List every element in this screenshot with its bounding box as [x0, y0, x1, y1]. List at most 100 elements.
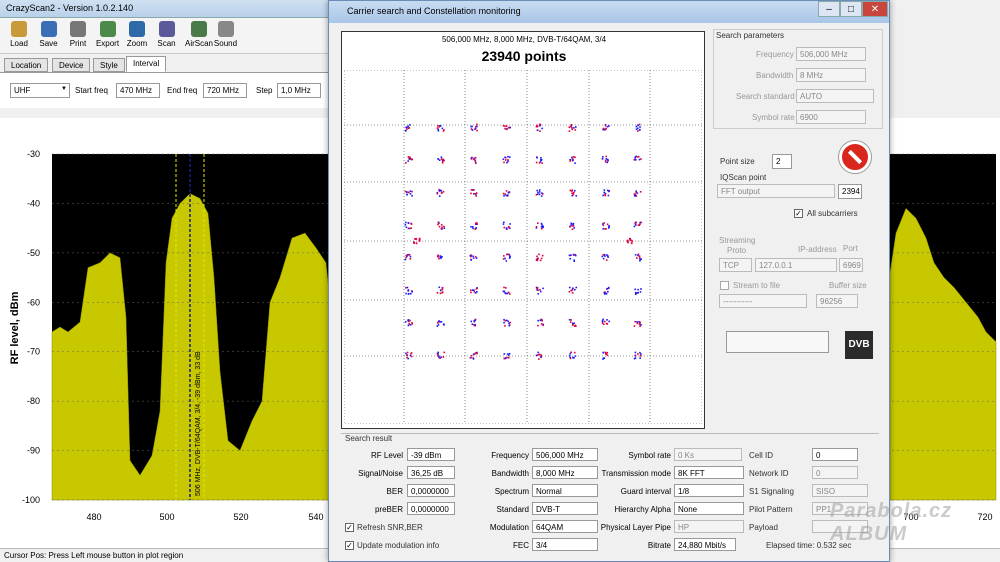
- settings-tabs: Location Device Style Interval: [0, 56, 330, 72]
- bandwidth-input[interactable]: 8 MHz: [796, 68, 866, 82]
- export-icon: [99, 21, 116, 37]
- x-tick-label: 500: [159, 512, 174, 522]
- y-tick-label: -50: [27, 248, 40, 258]
- scan-button[interactable]: Scan: [152, 20, 182, 52]
- iqscan-select[interactable]: FFT output: [717, 184, 835, 198]
- x-tick-label: 540: [308, 512, 323, 522]
- transmission-mode-select[interactable]: 8K FFT: [674, 466, 744, 479]
- toolbar-label: Zoom: [126, 39, 148, 48]
- step-label: Step: [256, 86, 273, 95]
- standard-select[interactable]: DVB-T: [532, 502, 598, 515]
- main-window-title: CrazyScan2 - Version 1.0.2.140: [0, 0, 330, 18]
- toolbar-label: Scan: [157, 39, 176, 48]
- dvb-logo: DVB: [845, 331, 873, 359]
- minimize-button[interactable]: –: [818, 1, 840, 17]
- main-toolbar: Load Save Print Export Zoom Scan AirScan Sound: [0, 18, 330, 54]
- tab-device[interactable]: Device: [52, 58, 91, 72]
- search-result-group: Search result RF Level -39 dBm Signal/No…: [341, 433, 879, 557]
- y-tick-label: -60: [27, 297, 40, 307]
- symbol-rate-label: Symbol rate: [752, 113, 795, 122]
- zoom-icon: [129, 21, 145, 37]
- toolbar-label: Save: [39, 39, 58, 48]
- refresh-snr-checkbox[interactable]: ✓: [345, 523, 354, 532]
- frequency-label: Frequency: [756, 50, 794, 59]
- y-tick-label: -90: [27, 446, 40, 456]
- fec-label: FEC: [513, 541, 529, 550]
- frequency-input[interactable]: 506,000 MHz: [796, 47, 866, 61]
- plp-select[interactable]: HP: [674, 520, 744, 533]
- result-frequency-value: 506,000 MHz: [532, 448, 598, 461]
- network-id-label: Network ID: [749, 469, 789, 478]
- sound-button[interactable]: Sound: [211, 20, 241, 52]
- watermark: Parabola.cz ALBUM: [830, 500, 953, 545]
- search-standard-select[interactable]: AUTO: [796, 89, 874, 103]
- fec-select[interactable]: 3/4: [532, 538, 598, 551]
- spectrum-select[interactable]: Normal: [532, 484, 598, 497]
- stream-to-file-checkbox[interactable]: [720, 281, 729, 290]
- point-size-input[interactable]: 2: [772, 154, 792, 169]
- all-subcarriers-label: All subcarriers: [807, 209, 858, 218]
- proto-select[interactable]: TCP: [719, 258, 752, 272]
- port-label: Port: [843, 244, 858, 253]
- port-input[interactable]: 6969: [839, 258, 863, 272]
- s1-signaling-select[interactable]: SISO: [812, 484, 868, 497]
- rf-level-value: -39 dBm: [407, 448, 455, 461]
- result-frequency-label: Frequency: [491, 451, 529, 460]
- preber-value: 0,0000000: [407, 502, 455, 515]
- symbol-rate-input[interactable]: 6900: [796, 110, 866, 124]
- close-button[interactable]: ✕: [862, 1, 888, 17]
- channel-marker-label: 506 MHz, DVB-T/64QAM, 3/4, -39 dBm, 33 d…: [195, 351, 202, 496]
- constellation-dialog: Carrier search and Constellation monitor…: [328, 0, 890, 562]
- step-input[interactable]: 1,0 MHz: [277, 83, 321, 98]
- load-button[interactable]: Load: [4, 20, 34, 52]
- end-freq-input[interactable]: 720 MHz: [203, 83, 247, 98]
- toolbar-label: Export: [95, 39, 120, 48]
- buffer-size-label: Buffer size: [829, 281, 867, 290]
- modulation-label: Modulation: [489, 523, 529, 532]
- hierarchy-alpha-select[interactable]: None: [674, 502, 744, 515]
- ip-select[interactable]: 127.0.0.1: [755, 258, 837, 272]
- band-select[interactable]: UHF: [10, 83, 70, 98]
- satellite-icon: [191, 21, 207, 37]
- tab-style[interactable]: Style: [93, 58, 125, 72]
- cell-id-value: 0: [812, 448, 858, 461]
- update-modulation-checkbox[interactable]: ✓: [345, 541, 354, 550]
- cell-id-label: Cell ID: [749, 451, 774, 460]
- toolbar-label: Load: [10, 39, 28, 48]
- stop-icon[interactable]: [839, 141, 871, 173]
- dialog-title: Carrier search and Constellation monitor…: [329, 1, 889, 23]
- symbol-rate-result-value: 0 Ks: [674, 448, 742, 461]
- search-result-title: Search result: [345, 434, 393, 443]
- result-bandwidth-label: Bandwidth: [491, 469, 529, 478]
- stream-file-select[interactable]: -----------: [719, 294, 807, 308]
- guard-interval-select[interactable]: 1/8: [674, 484, 744, 497]
- export-button[interactable]: Export: [93, 20, 123, 52]
- standard-label: Standard: [496, 505, 529, 514]
- start-freq-label: Start freq: [75, 86, 108, 95]
- iqscan-value-input[interactable]: 2394: [838, 184, 862, 199]
- save-button[interactable]: Save: [34, 20, 64, 52]
- interval-panel: UHF Start freq 470 MHz End freq 720 MHz …: [0, 72, 330, 108]
- print-button[interactable]: Print: [63, 20, 93, 52]
- spectrum-label: Spectrum: [494, 487, 529, 496]
- all-subcarriers-checkbox[interactable]: ✓: [794, 209, 803, 218]
- refresh-snr-label: Refresh SNR,BER: [357, 523, 423, 532]
- tab-location[interactable]: Location: [4, 58, 49, 72]
- signal-noise-value: 36,25 dB: [407, 466, 455, 479]
- tab-interval[interactable]: Interval: [126, 56, 167, 72]
- y-axis-label: RF level, dBm: [9, 291, 21, 364]
- ber-value: 0,0000000: [407, 484, 455, 497]
- buffer-size-input[interactable]: 96256: [816, 294, 858, 308]
- modulation-select[interactable]: 64QAM: [532, 520, 598, 533]
- result-bandwidth-value: 8,000 MHz: [532, 466, 598, 479]
- zoom-button[interactable]: Zoom: [122, 20, 152, 52]
- x-tick-label: 480: [86, 512, 101, 522]
- folder-open-icon: [11, 21, 27, 37]
- ip-label: IP-address: [798, 245, 837, 254]
- constellation-heading: 23940 points: [481, 48, 567, 64]
- search-standard-label: Search standard: [736, 92, 795, 101]
- start-freq-input[interactable]: 470 MHz: [116, 83, 160, 98]
- ber-label: BER: [386, 487, 403, 496]
- maximize-button[interactable]: □: [840, 1, 862, 17]
- floppy-icon: [40, 21, 57, 37]
